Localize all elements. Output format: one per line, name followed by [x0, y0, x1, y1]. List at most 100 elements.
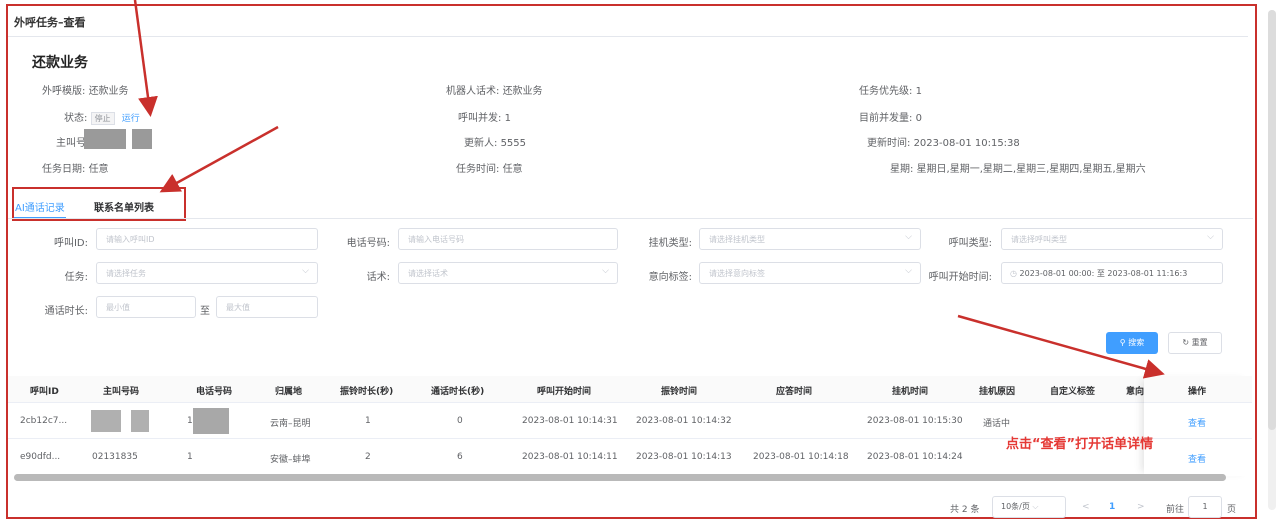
- cell-call-id: e90dfd...: [20, 452, 61, 462]
- status-run-link[interactable]: 运行: [122, 114, 140, 124]
- col-hangup-time: 挂机时间: [892, 387, 929, 397]
- col-hangup-reason: 挂机原因: [979, 387, 1016, 397]
- status-stop-tag[interactable]: 停止: [90, 112, 115, 125]
- redacted-block: [131, 410, 149, 432]
- cell-talk: 0: [457, 416, 463, 426]
- chevron-down-icon: ⌵: [1207, 232, 1214, 242]
- call-id-input[interactable]: 请输入呼叫ID: [96, 228, 318, 250]
- info-current: 目前并发量: 0: [859, 109, 922, 124]
- phone-input[interactable]: 请输入电话号码: [398, 228, 618, 250]
- pagination-total: 共 2 条: [950, 505, 980, 515]
- update-time-value: 2023-08-01 10:15:38: [913, 138, 1020, 149]
- task-date-label: 任务日期:: [42, 164, 86, 175]
- current-value: 0: [915, 113, 922, 124]
- table-scrollbar-thumb[interactable]: [14, 474, 1226, 481]
- page-size-select[interactable]: 10条/页 ⌵: [992, 496, 1066, 518]
- col-answer-time: 应答时间: [776, 387, 813, 397]
- task-select[interactable]: 请选择任务 ⌵: [96, 262, 318, 284]
- hangup-type-select[interactable]: 请选择挂机类型 ⌵: [699, 228, 921, 250]
- tab-ai-call-records[interactable]: AI通话记录: [15, 199, 65, 214]
- redacted-block: [91, 410, 121, 432]
- task-time-label: 任务时间:: [456, 164, 500, 175]
- robot-label: 机器人话术:: [446, 86, 500, 97]
- page-suffix: 页: [1227, 505, 1237, 515]
- intent-placeholder: 请选择意向标签: [709, 269, 765, 278]
- chevron-down-icon: ⌵: [905, 232, 912, 242]
- intent-select[interactable]: 请选择意向标签 ⌵: [699, 262, 921, 284]
- col-start-time: 呼叫开始时间: [537, 387, 592, 397]
- page-number-current[interactable]: 1: [1109, 502, 1115, 512]
- duration-label: 通话时长:: [44, 306, 88, 317]
- robot-value: 还款业务: [502, 86, 543, 97]
- concurrency-value: 1: [504, 113, 511, 124]
- template-value: 还款业务: [88, 86, 129, 97]
- cell-location: 安徽–蚌埠: [270, 455, 311, 465]
- chevron-down-icon: ⌵: [1032, 502, 1039, 511]
- cell-ring: 1: [365, 416, 371, 426]
- cell-start: 2023-08-01 10:14:31: [522, 416, 618, 426]
- cell-caller: 02131835: [92, 452, 138, 462]
- hangup-type-label: 挂机类型:: [648, 238, 692, 249]
- info-updater: 更新人: 5555: [464, 134, 526, 149]
- page-scrollbar[interactable]: [1268, 10, 1276, 510]
- cell-start: 2023-08-01 10:14:11: [522, 452, 618, 462]
- info-weekday: 星期: 星期日,星期一,星期二,星期三,星期四,星期五,星期六: [890, 160, 1146, 175]
- script-label: 话术:: [366, 272, 390, 283]
- table-horizontal-scrollbar[interactable]: [14, 474, 1226, 481]
- cell-call-id: 2cb12c7...: [20, 416, 68, 426]
- cell-ring-time: 2023-08-01 10:14:32: [636, 416, 732, 426]
- cell-location: 云南–昆明: [270, 419, 311, 429]
- info-robot: 机器人话术: 还款业务: [446, 82, 543, 97]
- prev-page-button[interactable]: <: [1082, 502, 1090, 512]
- cell-ring-time: 2023-08-01 10:14:13: [636, 452, 732, 462]
- cell-hangup: 2023-08-01 10:14:24: [867, 452, 963, 462]
- updater-label: 更新人:: [464, 138, 498, 149]
- col-caller: 主叫号码: [103, 387, 140, 397]
- page-scrollbar-thumb[interactable]: [1268, 10, 1276, 430]
- tab-contact-list[interactable]: 联系名单列表: [94, 199, 154, 214]
- col-location: 归属地: [275, 387, 303, 397]
- cell-phone: 1: [187, 416, 193, 426]
- script-select[interactable]: 请选择话术 ⌵: [398, 262, 618, 284]
- col-ring-duration: 振铃时长(秒): [340, 387, 394, 397]
- redacted-block: [84, 129, 126, 149]
- task-label: 任务:: [64, 272, 88, 283]
- duration-sep: 至: [200, 306, 210, 317]
- priority-label: 任务优先级:: [859, 86, 913, 97]
- chevron-down-icon: ⌵: [302, 266, 309, 276]
- info-caller: 主叫号: [56, 134, 86, 149]
- info-priority: 任务优先级: 1: [859, 82, 922, 97]
- page-size-value: 10条/页: [1001, 502, 1030, 511]
- next-page-button[interactable]: >: [1137, 502, 1145, 512]
- start-time-to: 2023-08-01 11:16:3: [1107, 269, 1188, 278]
- current-label: 目前并发量:: [859, 113, 913, 124]
- info-concurrency: 呼叫并发: 1: [458, 109, 511, 124]
- col-custom-tag: 自定义标签: [1050, 387, 1096, 397]
- info-status: 状态: 停止 运行: [64, 109, 140, 125]
- duration-min-input[interactable]: 最小值: [96, 296, 196, 318]
- fixed-action-column: [1144, 376, 1252, 476]
- template-label: 外呼模版:: [42, 86, 86, 97]
- redacted-block: [132, 129, 152, 149]
- search-button-label: 搜索: [1128, 338, 1145, 347]
- chevron-down-icon: ⌵: [905, 266, 912, 276]
- call-type-select[interactable]: 请选择呼叫类型 ⌵: [1001, 228, 1223, 250]
- tabs-divider: [8, 218, 1253, 219]
- info-task-date: 任务日期: 任意: [42, 160, 109, 175]
- search-button[interactable]: ⚲ 搜索: [1106, 332, 1158, 354]
- title-divider: [8, 36, 1248, 37]
- intent-label: 意向标签:: [648, 272, 692, 283]
- reset-button[interactable]: ↻ 重置: [1168, 332, 1222, 354]
- duration-max-input[interactable]: 最大值: [216, 296, 318, 318]
- script-placeholder: 请选择话术: [408, 269, 448, 278]
- col-call-id: 呼叫ID: [30, 387, 59, 397]
- call-type-placeholder: 请选择呼叫类型: [1011, 235, 1067, 244]
- col-talk-duration: 通话时长(秒): [431, 387, 485, 397]
- info-task-time: 任务时间: 任意: [456, 160, 523, 175]
- goto-page-input[interactable]: 1: [1188, 496, 1222, 518]
- col-ring-time: 振铃时间: [661, 387, 698, 397]
- start-time-range[interactable]: ◷ 2023-08-01 00:00: 至 2023-08-01 11:16:3: [1001, 262, 1223, 284]
- priority-value: 1: [915, 86, 922, 97]
- call-id-label: 呼叫ID:: [53, 238, 88, 249]
- cell-phone: 1: [187, 452, 193, 462]
